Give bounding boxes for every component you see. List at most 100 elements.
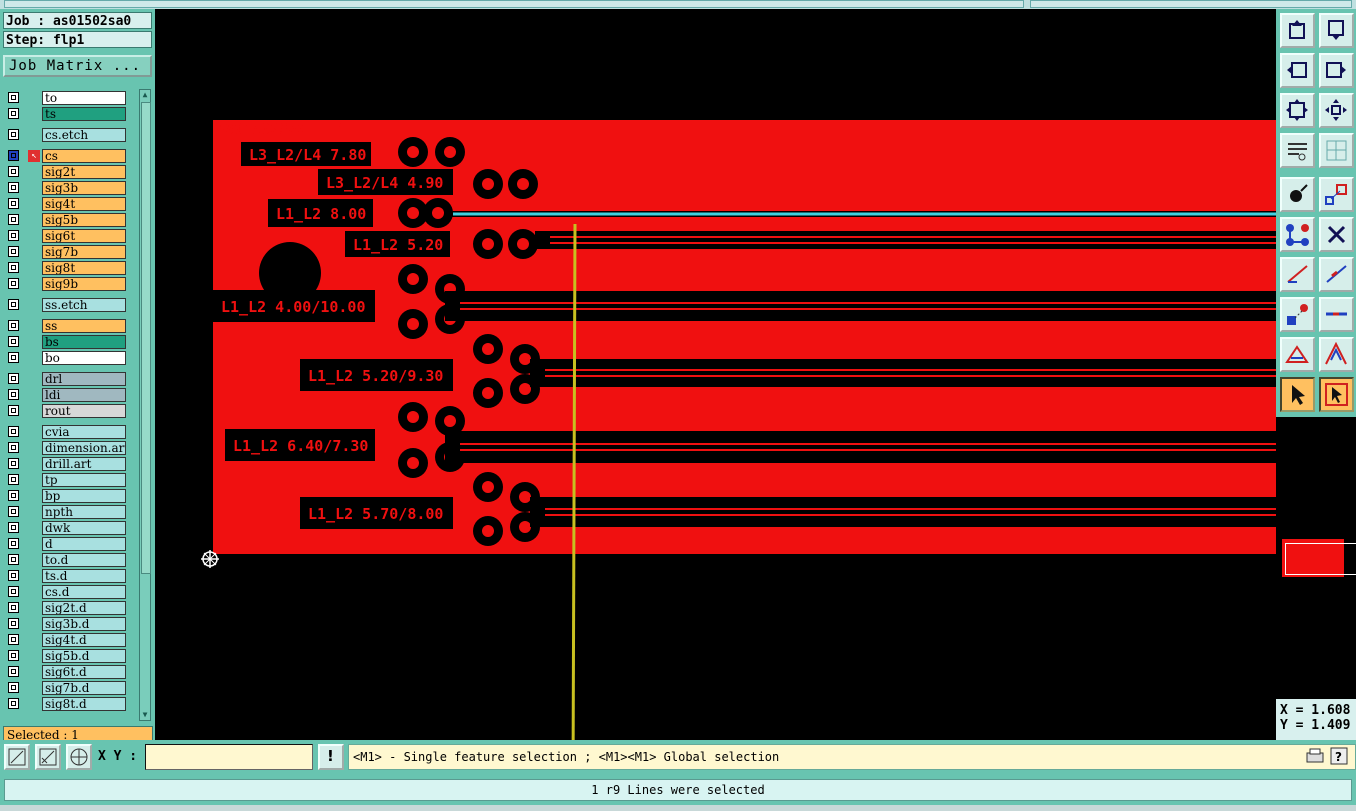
layer-name[interactable]: ldi [42,388,126,402]
job-matrix-button[interactable]: Job Matrix ... [3,55,152,77]
line-select-icon[interactable] [1280,257,1315,292]
layer-checkbox[interactable] [8,150,19,161]
layer-row[interactable]: sig2t [6,165,126,179]
grid-view-icon[interactable] [1319,133,1354,168]
layer-name[interactable]: bp [42,489,126,503]
angle-icon[interactable] [1319,337,1354,372]
layer-row[interactable]: dwk [6,521,126,535]
layer-row[interactable]: d [6,537,126,551]
grid-icon[interactable] [66,744,92,770]
layer-row[interactable]: to [6,91,126,105]
layer-checkbox[interactable] [8,336,19,347]
scroll-thumb[interactable] [141,102,151,574]
layer-name[interactable]: sig8t [42,261,126,275]
zoom-home-icon[interactable] [1319,93,1354,128]
line-edit-icon[interactable] [1319,257,1354,292]
layer-row[interactable]: tp [6,473,126,487]
layer-row[interactable]: ↖ cs [6,149,126,163]
layer-checkbox[interactable] [8,698,19,709]
layer-row[interactable]: sig4t [6,197,126,211]
layer-name[interactable]: d [42,537,126,551]
overview-viewport[interactable] [1285,543,1356,575]
layer-checkbox[interactable] [8,405,19,416]
layer-name[interactable]: sig7b.d [42,681,126,695]
layer-name[interactable]: dwk [42,521,126,535]
layer-checkbox[interactable] [8,129,19,140]
layer-checkbox[interactable] [8,490,19,501]
scroll-up-icon[interactable]: ▲ [140,90,150,100]
select-area-icon[interactable] [1319,377,1354,412]
layer-row[interactable]: ts.d [6,569,126,583]
layer-row[interactable]: sig3b.d [6,617,126,631]
layer-row[interactable]: rout [6,404,126,418]
layer-row[interactable]: drill.art [6,457,126,471]
layer-name[interactable]: sig8t.d [42,697,126,711]
layer-row[interactable]: sig9b [6,277,126,291]
layer-list-scrollbar[interactable]: ▲ ▼ [139,89,151,721]
layer-row[interactable]: sig6t.d [6,665,126,679]
layer-name[interactable]: bs [42,335,126,349]
layer-checkbox[interactable] [8,389,19,400]
arc-icon[interactable] [1280,337,1315,372]
layer-row[interactable]: sig3b [6,181,126,195]
pan-right-icon[interactable] [1319,53,1354,88]
layer-checkbox[interactable] [8,352,19,363]
top-scrollbar-right[interactable] [1030,0,1352,8]
layer-checkbox[interactable] [8,198,19,209]
layer-row[interactable]: ss.etch [6,298,126,312]
layer-checkbox[interactable] [8,214,19,225]
layer-row[interactable]: cs.d [6,585,126,599]
layer-checkbox[interactable] [8,278,19,289]
layer-row[interactable]: bs [6,335,126,349]
layer-row[interactable]: sig2t.d [6,601,126,615]
layer-checkbox[interactable] [8,246,19,257]
layer-name[interactable]: sig3b [42,181,126,195]
layer-name[interactable]: rout [42,404,126,418]
layer-row[interactable]: bp [6,489,126,503]
pan-up-icon[interactable] [1280,13,1315,48]
layer-checkbox[interactable] [8,299,19,310]
layer-checkbox[interactable] [8,522,19,533]
layer-row[interactable]: ss [6,319,126,333]
layer-name[interactable]: ts.d [42,569,126,583]
graphic-canvas[interactable]: L3_L2/L4 7.80 L3_L2/L4 4.90 L1_L2 8.00 L1_L… [155,9,1276,740]
layer-name[interactable]: to.d [42,553,126,567]
layer-checkbox[interactable] [8,602,19,613]
layer-row[interactable]: npth [6,505,126,519]
line-split-icon[interactable] [1319,297,1354,332]
layer-row[interactable]: sig7b [6,245,126,259]
layer-name[interactable]: ss.etch [42,298,126,312]
layer-checkbox[interactable] [8,442,19,453]
pad-select-icon[interactable] [1280,177,1315,212]
layer-name[interactable]: npth [42,505,126,519]
xy-input[interactable] [145,744,313,770]
layer-checkbox[interactable] [8,506,19,517]
layer-row[interactable]: ts [6,107,126,121]
help-icon[interactable]: ? [1329,747,1349,773]
layer-name[interactable]: ts [42,107,126,121]
select-pointer-icon[interactable] [1280,377,1315,412]
layer-checkbox[interactable] [8,426,19,437]
layer-checkbox[interactable] [8,538,19,549]
layer-row[interactable]: ldi [6,388,126,402]
layer-row[interactable]: sig7b.d [6,681,126,695]
pan-left-icon[interactable] [1280,53,1315,88]
layer-name[interactable]: sig4t [42,197,126,211]
layer-name[interactable]: bo [42,351,126,365]
layer-row[interactable]: cvia [6,425,126,439]
measure-icon[interactable] [35,744,61,770]
layer-name[interactable]: sig2t [42,165,126,179]
layer-checkbox[interactable] [8,682,19,693]
layer-checkbox[interactable] [8,666,19,677]
layer-name[interactable]: sig5b [42,213,126,227]
layer-name[interactable]: sig7b [42,245,126,259]
layer-name[interactable]: sig6t.d [42,665,126,679]
warning-icon[interactable]: ! [318,744,344,770]
layer-row[interactable]: sig5b.d [6,649,126,663]
zoom-fit-icon[interactable] [1280,93,1315,128]
overview-map[interactable] [1282,539,1356,577]
layer-name[interactable]: tp [42,473,126,487]
print-icon[interactable] [1305,747,1325,773]
layer-row[interactable]: sig4t.d [6,633,126,647]
layer-checkbox[interactable] [8,586,19,597]
